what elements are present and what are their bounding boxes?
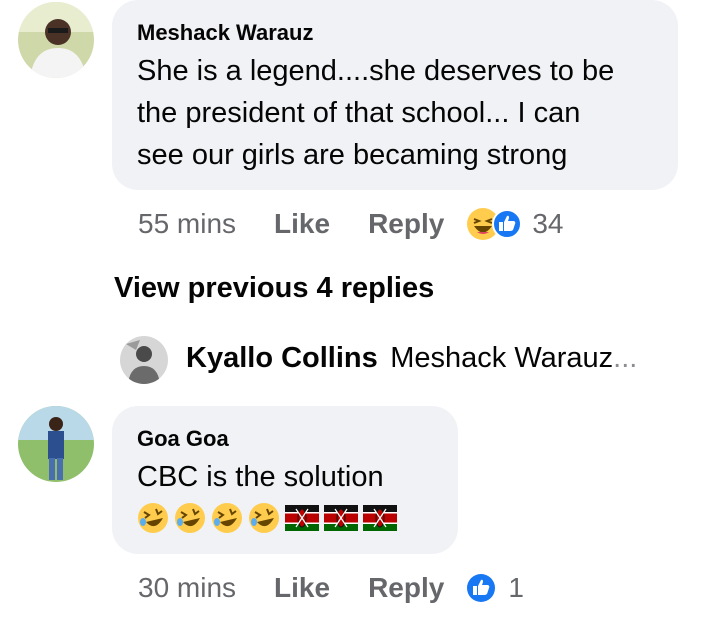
rofl-emoji-icon xyxy=(175,503,205,533)
kenya-flag-icon xyxy=(324,505,358,531)
comment-text: CBC is the solution xyxy=(137,461,384,493)
timestamp: 55 mins xyxy=(138,208,237,239)
comment-author[interactable]: Meshack Warauz xyxy=(137,20,313,46)
like-icon xyxy=(492,209,523,239)
comment-text-line: see our girls are becaming strong xyxy=(137,139,568,171)
timestamp: 30 mins xyxy=(138,572,237,603)
rofl-emoji-icon xyxy=(138,503,168,533)
reactions[interactable]: 34 xyxy=(466,207,563,241)
comment-meta: 30 mins Like Reply 1 xyxy=(138,568,524,608)
comment-bubble: Goa Goa CBC is the solution xyxy=(112,406,458,554)
avatar[interactable] xyxy=(18,406,94,482)
reply-button[interactable]: Reply xyxy=(368,208,444,240)
comment-bubble: Meshack Warauz She is a legend....she de… xyxy=(112,0,678,190)
reply-button[interactable]: Reply xyxy=(368,572,444,604)
reaction-count: 1 xyxy=(508,572,524,603)
comment-author[interactable]: Goa Goa xyxy=(137,426,229,452)
reply-snippet: Meshack Warauz xyxy=(390,342,614,374)
like-icon xyxy=(467,574,496,602)
reply-avatar[interactable] xyxy=(120,336,168,384)
rofl-emoji-icon xyxy=(249,503,279,533)
reaction-count: 34 xyxy=(532,208,564,239)
avatar[interactable] xyxy=(18,2,94,78)
like-button[interactable]: Like xyxy=(274,572,330,604)
view-previous-replies-link[interactable]: View previous 4 replies xyxy=(114,272,434,305)
emoji-row xyxy=(137,502,397,534)
comment-text: She is a legend....she deserves to be th… xyxy=(137,50,614,176)
kenya-flag-icon xyxy=(285,505,319,531)
comment-text-line: She is a legend....she deserves to be xyxy=(137,55,615,87)
reply-ellipsis: ... xyxy=(613,342,638,374)
like-button[interactable]: Like xyxy=(274,208,330,240)
comment-text-line: the president of that school... I can xyxy=(137,97,581,129)
reactions[interactable]: 1 xyxy=(466,572,524,604)
reply-author[interactable]: Kyallo Collins xyxy=(186,342,378,374)
comment-meta: 55 mins Like Reply 34 xyxy=(138,204,563,244)
reply-preview[interactable]: Kyallo Collins Meshack Warauz... xyxy=(186,342,637,375)
kenya-flag-icon xyxy=(363,505,397,531)
rofl-emoji-icon xyxy=(212,503,242,533)
